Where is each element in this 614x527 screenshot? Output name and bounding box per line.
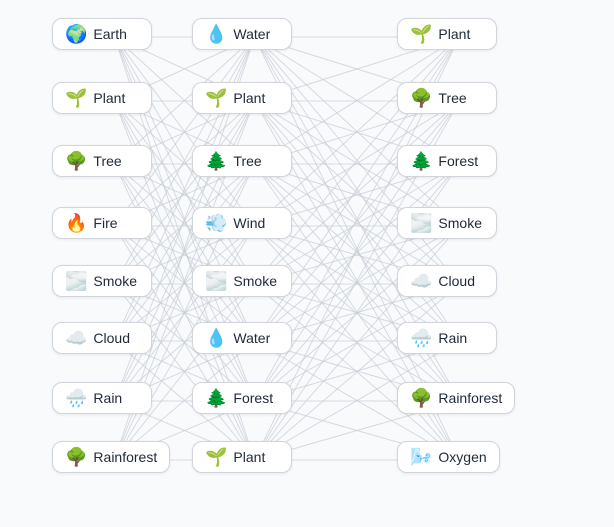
earth-icon: 🌍 bbox=[65, 25, 87, 43]
smoke3-icon: 🌫️ bbox=[410, 214, 432, 232]
node-plant1[interactable]: 🌱 Plant bbox=[397, 18, 497, 50]
plant2-icon: 🌱 bbox=[65, 89, 87, 107]
node-tree2[interactable]: 🌲 Tree bbox=[192, 145, 292, 177]
cloud3-icon: ☁️ bbox=[410, 272, 432, 290]
node-forest2[interactable]: 🌲 Forest bbox=[192, 382, 292, 414]
earth-label: Earth bbox=[93, 26, 126, 42]
tree3-icon: 🌳 bbox=[410, 89, 432, 107]
plant1-icon: 🌱 bbox=[410, 25, 432, 43]
tree1-icon: 🌳 bbox=[65, 152, 87, 170]
node-rain3[interactable]: 🌧️ Rain bbox=[397, 322, 497, 354]
wind-icon: 💨 bbox=[205, 214, 227, 232]
water1-icon: 💧 bbox=[205, 25, 227, 43]
node-rainforest1[interactable]: 🌳 Rainforest bbox=[52, 441, 170, 473]
node-cloud3[interactable]: ☁️ Cloud bbox=[397, 265, 497, 297]
forest2-label: Forest bbox=[233, 390, 273, 406]
node-earth[interactable]: 🌍 Earth bbox=[52, 18, 152, 50]
node-fire[interactable]: 🔥 Fire bbox=[52, 207, 152, 239]
plant4-icon: 🌱 bbox=[205, 448, 227, 466]
node-tree1[interactable]: 🌳 Tree bbox=[52, 145, 152, 177]
smoke2-icon: 🌫️ bbox=[205, 272, 227, 290]
plant3-icon: 🌱 bbox=[205, 89, 227, 107]
rainforest1-label: Rainforest bbox=[93, 449, 157, 465]
oxygen-icon: 🌬️ bbox=[410, 448, 432, 466]
canvas: 🌍 Earth 💧 Water 🌱 Plant 🌱 Plant 🌱 Plant 🌳 Tree 🌳 Tree… bbox=[0, 0, 614, 527]
node-plant4[interactable]: 🌱 Plant bbox=[192, 441, 292, 473]
plant4-label: Plant bbox=[233, 449, 265, 465]
forest3-label: Forest bbox=[438, 153, 478, 169]
cloud1-label: Cloud bbox=[93, 330, 130, 346]
fire-icon: 🔥 bbox=[65, 214, 87, 232]
tree3-label: Tree bbox=[438, 90, 466, 106]
node-forest3[interactable]: 🌲 Forest bbox=[397, 145, 497, 177]
rain3-label: Rain bbox=[438, 330, 467, 346]
cloud1-icon: ☁️ bbox=[65, 329, 87, 347]
smoke1-label: Smoke bbox=[93, 273, 137, 289]
plant1-label: Plant bbox=[438, 26, 470, 42]
rain1-label: Rain bbox=[93, 390, 122, 406]
water2-icon: 💧 bbox=[205, 329, 227, 347]
node-plant3[interactable]: 🌱 Plant bbox=[192, 82, 292, 114]
cloud3-label: Cloud bbox=[438, 273, 475, 289]
node-smoke2[interactable]: 🌫️ Smoke bbox=[192, 265, 292, 297]
node-cloud1[interactable]: ☁️ Cloud bbox=[52, 322, 152, 354]
water1-label: Water bbox=[233, 26, 270, 42]
rainforest3-icon: 🌳 bbox=[410, 389, 432, 407]
node-water1[interactable]: 💧 Water bbox=[192, 18, 292, 50]
forest2-icon: 🌲 bbox=[205, 389, 227, 407]
forest3-icon: 🌲 bbox=[410, 152, 432, 170]
node-rain1[interactable]: 🌧️ Rain bbox=[52, 382, 152, 414]
node-wind[interactable]: 💨 Wind bbox=[192, 207, 292, 239]
water2-label: Water bbox=[233, 330, 270, 346]
tree2-icon: 🌲 bbox=[205, 152, 227, 170]
smoke3-label: Smoke bbox=[438, 215, 482, 231]
node-water2[interactable]: 💧 Water bbox=[192, 322, 292, 354]
rain1-icon: 🌧️ bbox=[65, 389, 87, 407]
tree2-label: Tree bbox=[233, 153, 261, 169]
node-smoke1[interactable]: 🌫️ Smoke bbox=[52, 265, 152, 297]
rain3-icon: 🌧️ bbox=[410, 329, 432, 347]
node-plant2[interactable]: 🌱 Plant bbox=[52, 82, 152, 114]
node-tree3[interactable]: 🌳 Tree bbox=[397, 82, 497, 114]
fire-label: Fire bbox=[93, 215, 117, 231]
oxygen-label: Oxygen bbox=[438, 449, 486, 465]
node-rainforest3[interactable]: 🌳 Rainforest bbox=[397, 382, 515, 414]
rainforest1-icon: 🌳 bbox=[65, 448, 87, 466]
smoke2-label: Smoke bbox=[233, 273, 277, 289]
tree1-label: Tree bbox=[93, 153, 121, 169]
node-smoke3[interactable]: 🌫️ Smoke bbox=[397, 207, 497, 239]
plant3-label: Plant bbox=[233, 90, 265, 106]
plant2-label: Plant bbox=[93, 90, 125, 106]
smoke1-icon: 🌫️ bbox=[65, 272, 87, 290]
rainforest3-label: Rainforest bbox=[438, 390, 502, 406]
node-oxygen[interactable]: 🌬️ Oxygen bbox=[397, 441, 500, 473]
wind-label: Wind bbox=[233, 215, 265, 231]
